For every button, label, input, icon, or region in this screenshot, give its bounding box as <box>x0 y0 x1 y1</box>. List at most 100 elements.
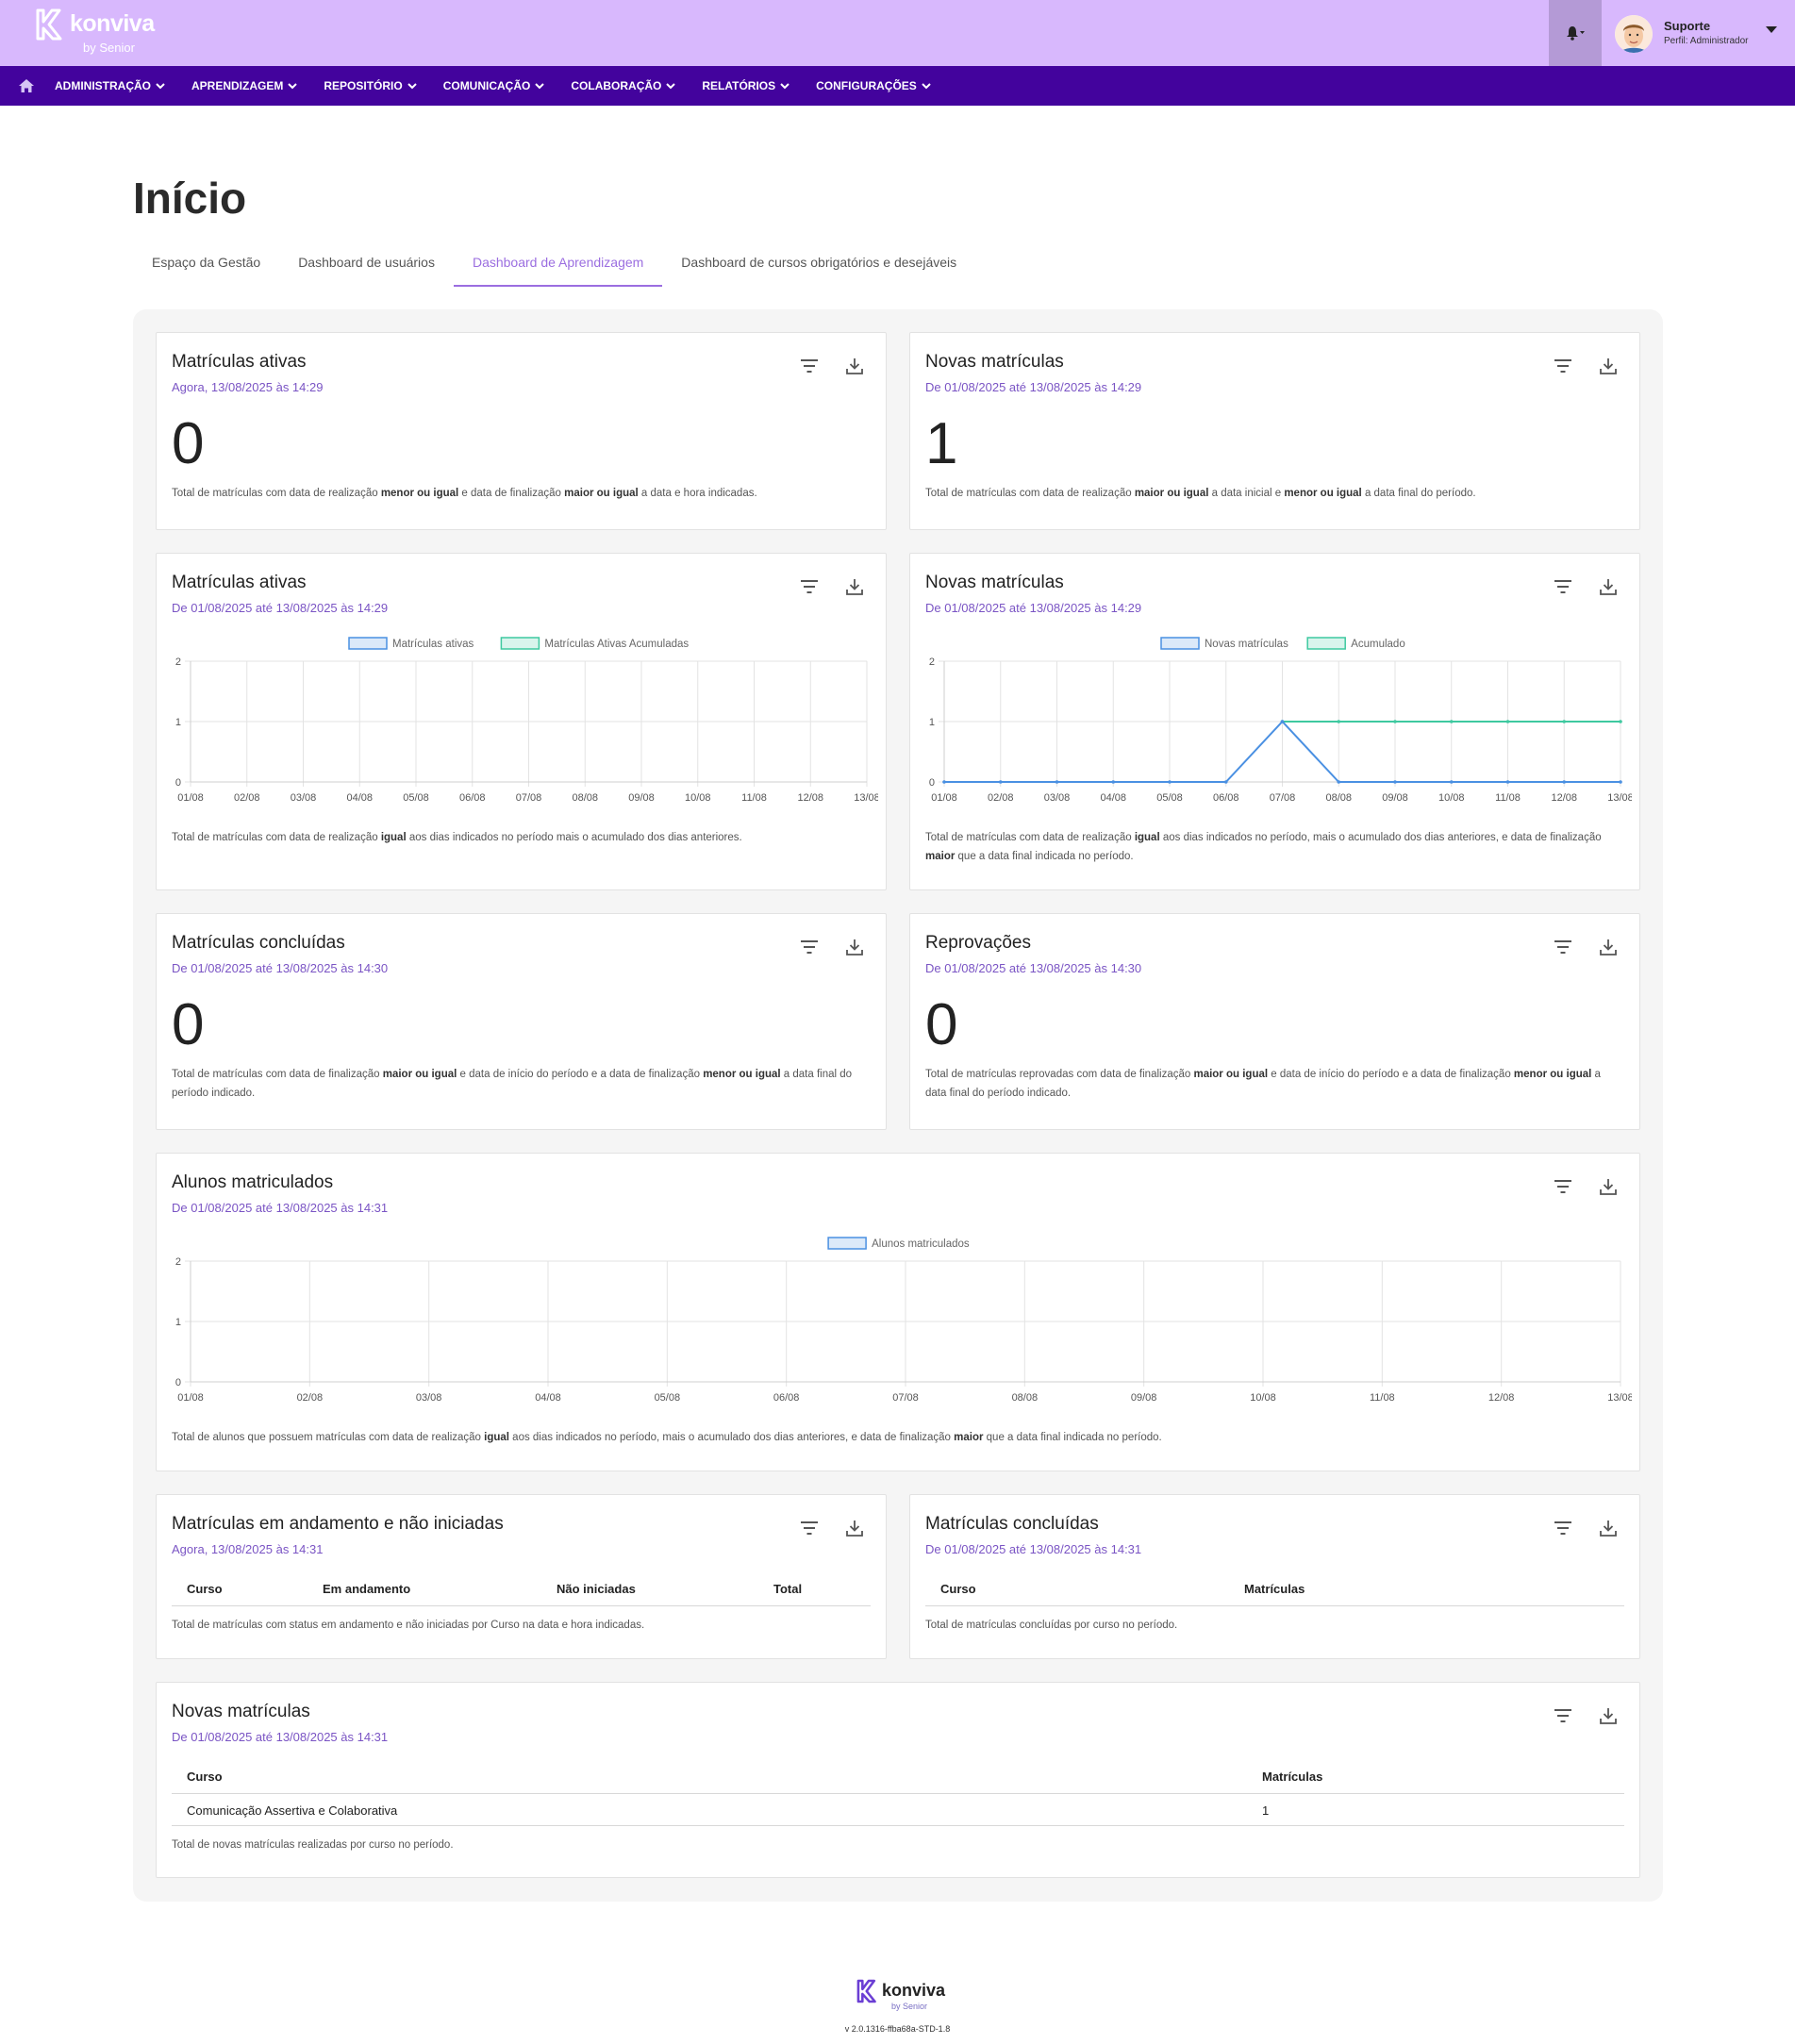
column-header[interactable]: Curso <box>940 1582 976 1596</box>
x-tick-label: 01/08 <box>177 1392 204 1404</box>
home-button[interactable] <box>15 75 38 97</box>
column-header[interactable]: Matrículas <box>1244 1582 1305 1596</box>
students-enrolled-chart: Alunos matriculados 0 1 2 01/08 02/08 03/08 04/… <box>175 1237 1632 1404</box>
chevron-down-icon <box>407 82 417 89</box>
download-button[interactable] <box>1596 1703 1620 1728</box>
download-button[interactable] <box>1596 354 1620 378</box>
active-enrollments-chart: Matrículas ativas Matrículas Ativas Acumu… <box>175 637 878 804</box>
filter-button[interactable] <box>1551 574 1575 599</box>
note-emphasis: maior <box>925 851 956 862</box>
page-title: Início <box>133 174 247 223</box>
legend-label: Alunos matriculados <box>872 1238 970 1250</box>
y-tick-label: 1 <box>175 1317 181 1328</box>
nav-relatorios[interactable]: RELATÓRIOS <box>702 79 789 92</box>
legend-label: Novas matrículas <box>1205 639 1288 650</box>
filter-button[interactable] <box>1551 1516 1575 1540</box>
avatar <box>1615 15 1653 53</box>
x-tick-label: 13/08 <box>854 792 878 804</box>
nav-colaboracao[interactable]: COLABORAÇÃO <box>571 79 676 92</box>
nav-repositorio[interactable]: REPOSITÓRIO <box>324 79 417 92</box>
nav-comunicacao[interactable]: COMUNICAÇÃO <box>443 79 545 92</box>
notifications-button[interactable] <box>1549 0 1602 66</box>
column-header[interactable]: Matrículas <box>1262 1770 1322 1784</box>
tab-dashboard-usuarios[interactable]: Dashboard de usuários <box>279 247 454 287</box>
table-row[interactable]: Comunicação Assertiva e Colaborativa 1 <box>172 1794 1624 1826</box>
download-button[interactable] <box>842 574 867 599</box>
x-tick-label: 01/08 <box>931 792 957 804</box>
tab-espaco-gestao[interactable]: Espaço da Gestão <box>133 247 279 287</box>
nav-configuracoes[interactable]: CONFIGURAÇÕES <box>816 79 931 92</box>
card-actions <box>797 1516 867 1540</box>
table-header: Curso Matrículas <box>172 1760 1624 1794</box>
download-icon <box>846 1521 863 1537</box>
column-header[interactable]: Curso <box>187 1770 223 1784</box>
footer-brand-by: by Senior <box>891 2002 928 2011</box>
download-button[interactable] <box>842 935 867 959</box>
card-note: Total de matrículas com data de realizaç… <box>925 828 1622 866</box>
download-button[interactable] <box>842 354 867 378</box>
card-subtitle: Agora, 13/08/2025 às 14:31 <box>172 1542 324 1556</box>
konviva-logo[interactable]: konviva by Senior <box>34 8 166 58</box>
y-tick-label: 2 <box>175 656 181 668</box>
card-completed-table: Matrículas concluídas De 01/08/2025 até … <box>909 1494 1640 1659</box>
card-note: Total de matrículas com data de realizaç… <box>925 484 1622 503</box>
download-icon <box>846 579 863 595</box>
card-title: Matrículas ativas <box>172 573 307 592</box>
card-title: Reprovações <box>925 933 1031 953</box>
download-icon <box>846 358 863 374</box>
filter-icon <box>1554 1180 1571 1193</box>
data-point <box>1223 780 1228 784</box>
x-tick-label: 07/08 <box>1270 792 1296 804</box>
column-header[interactable]: Em andamento <box>323 1582 410 1596</box>
nav-administracao[interactable]: ADMINISTRAÇÃO <box>55 79 165 92</box>
x-tick-label: 05/08 <box>403 792 429 804</box>
tab-dashboard-cursos[interactable]: Dashboard de cursos obrigatórios e desej… <box>662 247 975 287</box>
table-header: Curso Em andamento Não iniciadas Total <box>172 1572 871 1606</box>
column-header[interactable]: Curso <box>187 1582 223 1596</box>
filter-icon <box>1554 940 1571 954</box>
data-point <box>1505 720 1510 723</box>
note-text: Total de alunos que possuem matrículas c… <box>172 1432 485 1443</box>
card-title: Matrículas ativas <box>172 352 307 372</box>
filter-button[interactable] <box>797 354 822 378</box>
konviva-logo-mark <box>856 1979 876 2003</box>
chevron-down-icon[interactable] <box>1766 26 1777 34</box>
download-button[interactable] <box>842 1516 867 1540</box>
card-note: Total de matrículas com status em andame… <box>172 1620 645 1631</box>
filter-button[interactable] <box>1551 354 1575 378</box>
note-text: que a data final indicada no período. <box>955 851 1134 862</box>
card-note: Total de matrículas com data de finaliza… <box>172 1065 869 1103</box>
nav-aprendizagem[interactable]: APRENDIZAGEM <box>191 79 298 92</box>
note-emphasis: maior ou igual <box>382 1069 457 1080</box>
x-tick-label: 04/08 <box>535 1392 561 1404</box>
card-subtitle: Agora, 13/08/2025 às 14:29 <box>172 380 324 394</box>
column-header[interactable]: Total <box>773 1582 802 1596</box>
filter-button[interactable] <box>1551 935 1575 959</box>
download-button[interactable] <box>1596 574 1620 599</box>
filter-icon <box>1554 359 1571 373</box>
download-icon <box>1600 1708 1617 1724</box>
tab-dashboard-aprendizagem[interactable]: Dashboard de Aprendizagem <box>453 247 663 287</box>
filter-icon <box>801 580 818 593</box>
nav-label: RELATÓRIOS <box>702 79 776 92</box>
filter-button[interactable] <box>797 1516 822 1540</box>
download-button[interactable] <box>1596 1516 1620 1540</box>
data-point <box>1280 720 1285 723</box>
data-point <box>1337 780 1341 784</box>
filter-button[interactable] <box>1551 1174 1575 1199</box>
filter-button[interactable] <box>797 574 822 599</box>
column-header[interactable]: Não iniciadas <box>557 1582 636 1596</box>
card-new-count: Novas matrículas De 01/08/2025 até 13/08… <box>909 332 1640 530</box>
note-text: Total de matrículas reprovadas com data … <box>925 1069 1194 1080</box>
card-subtitle: De 01/08/2025 até 13/08/2025 às 14:30 <box>925 961 1142 975</box>
filter-button[interactable] <box>1551 1703 1575 1728</box>
note-emphasis: menor ou igual <box>1513 1069 1592 1080</box>
filter-button[interactable] <box>797 935 822 959</box>
note-emphasis: maior ou igual <box>1134 488 1209 499</box>
user-menu[interactable]: Suporte Perfil: Administrador <box>1615 15 1785 53</box>
note-text: Total de matrículas com data de realizaç… <box>925 832 1135 843</box>
nav-label: COLABORAÇÃO <box>571 79 662 92</box>
metric-value: 0 <box>172 411 205 476</box>
download-button[interactable] <box>1596 935 1620 959</box>
download-button[interactable] <box>1596 1174 1620 1199</box>
